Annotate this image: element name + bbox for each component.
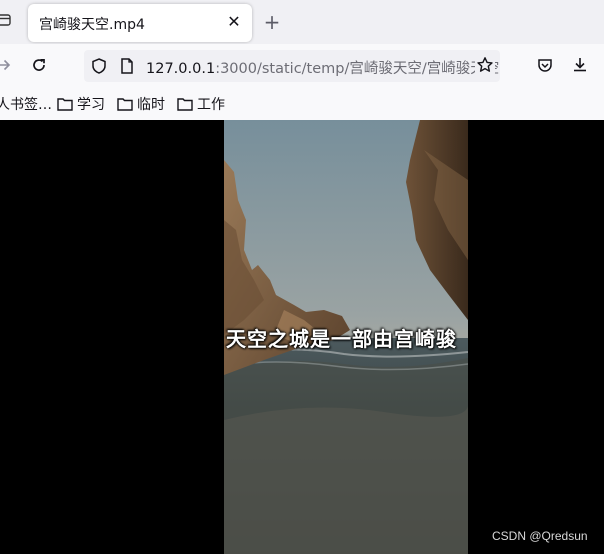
forward-icon[interactable]	[0, 56, 14, 76]
page-icon[interactable]	[118, 57, 136, 75]
bookmark-star-icon[interactable]	[475, 56, 495, 76]
folder-icon	[57, 98, 73, 111]
folder-icon	[117, 98, 133, 111]
shield-icon[interactable]	[90, 57, 108, 75]
bookmark-folder-study[interactable]: 学习	[57, 94, 105, 114]
bookmark-folder-work[interactable]: 工作	[177, 94, 225, 114]
nav-bar: 127.0.0.1:3000/static/temp/宫崎骏天空/宫崎骏天空.m…	[0, 44, 604, 89]
bookmark-folder-label: 学习	[77, 97, 105, 113]
bookmarks-toolbar: 人书签… 学习 临时 工作	[0, 88, 604, 120]
bookmark-folder-label: 临时	[137, 97, 165, 113]
tab-active[interactable]: 宫崎骏天空.mp4 ✕	[28, 4, 252, 42]
close-tab-icon[interactable]: ✕	[224, 12, 244, 32]
bookmark-folder-label: 工作	[197, 97, 225, 113]
url-bar[interactable]: 127.0.0.1:3000/static/temp/宫崎骏天空/宫崎骏天空.m…	[84, 50, 500, 82]
bookmark-folder-temp[interactable]: 临时	[117, 94, 165, 114]
list-all-tabs-icon[interactable]	[0, 12, 16, 32]
pocket-icon[interactable]	[535, 56, 555, 76]
url-text: 127.0.0.1:3000/static/temp/宫崎骏天空/宫崎骏天空.m…	[146, 61, 500, 77]
tab-title: 宫崎骏天空.mp4	[39, 17, 145, 33]
bookmark-overflow[interactable]: 人书签…	[0, 94, 52, 114]
page-content: 天空之城是一部由宫崎骏 CSDN @Qredsun	[0, 120, 604, 554]
video-player[interactable]: 天空之城是一部由宫崎骏	[224, 120, 468, 554]
tab-bar: 宫崎骏天空.mp4 ✕ +	[0, 0, 604, 44]
new-tab-button[interactable]: +	[262, 12, 282, 32]
reload-icon[interactable]	[29, 56, 49, 76]
folder-icon	[177, 98, 193, 111]
video-subtitle: 天空之城是一部由宫崎骏	[226, 327, 457, 351]
watermark: CSDN @Qredsun	[492, 529, 588, 543]
downloads-icon[interactable]	[570, 56, 590, 76]
bookmark-overflow-label: 人书签…	[0, 97, 52, 113]
